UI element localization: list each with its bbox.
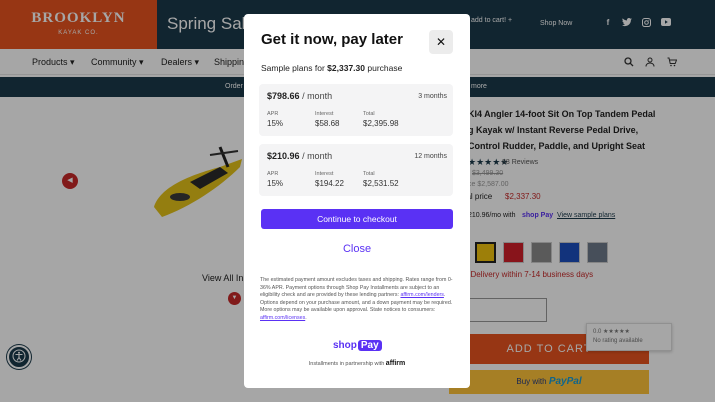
lenders-link[interactable]: affirm.com/lenders <box>400 292 443 298</box>
shop-pay-logo-badge: Pay <box>357 340 382 351</box>
affirm-partnership: Installments in partnership with affirm <box>244 360 470 367</box>
continue-to-checkout-button[interactable]: Continue to checkout <box>261 209 453 229</box>
plan-interest-value: $58.68 <box>315 119 340 128</box>
plan-apr-label: APR <box>267 111 279 117</box>
disclaimer-text: The estimated payment amount excludes ta… <box>260 277 456 323</box>
sample-suffix: purchase <box>367 63 403 73</box>
affirm-logo: affirm <box>385 360 406 367</box>
plan-apr-value: 15% <box>267 119 284 128</box>
plan-price-period: / month <box>302 91 333 101</box>
disclaimer-part: . <box>305 314 307 321</box>
plan-interest: Interest $58.68 <box>315 111 339 128</box>
plan-apr-value: 15% <box>267 179 284 188</box>
modal-title: Get it now, pay later <box>261 31 403 48</box>
shop-pay-installments-modal: Get it now, pay later ✕ Sample plans for… <box>244 14 470 388</box>
sample-plans-text: Sample plans for $2,337.30 purchase <box>261 63 402 73</box>
close-link[interactable]: Close <box>244 243 470 255</box>
plan-card-12-months: $210.96 / month 12 months APR 15% Intere… <box>259 144 453 196</box>
plan-monthly-price: $798.66 / month <box>267 91 332 101</box>
plan-apr: APR 15% <box>267 171 283 188</box>
plan-total-value: $2,531.52 <box>363 179 399 188</box>
sample-amount: $2,337.30 <box>327 63 365 73</box>
plan-term: 12 months <box>414 153 447 160</box>
plan-card-3-months: $798.66 / month 3 months APR 15% Interes… <box>259 84 453 136</box>
plan-total-value: $2,395.98 <box>363 119 399 128</box>
plan-price-period: / month <box>302 151 333 161</box>
plan-interest-label: Interest <box>315 111 334 117</box>
plan-interest-value: $194.22 <box>315 179 344 188</box>
plan-interest-label: Interest <box>315 171 334 177</box>
plan-apr-label: APR <box>267 171 279 177</box>
shop-pay-logo-text: shop <box>333 340 357 351</box>
plan-apr: APR 15% <box>267 111 283 128</box>
close-icon[interactable]: ✕ <box>429 30 453 54</box>
plan-term: 3 months <box>418 93 447 100</box>
plan-interest: Interest $194.22 <box>315 171 344 188</box>
plan-total: Total $2,395.98 <box>363 111 399 128</box>
affirm-prefix: Installments in partnership with <box>308 361 385 367</box>
plan-total: Total $2,531.52 <box>363 171 399 188</box>
shop-pay-logo: shop Pay <box>333 340 382 351</box>
plan-monthly-price: $210.96 / month <box>267 151 332 161</box>
plan-total-label: Total <box>363 171 375 177</box>
plan-total-label: Total <box>363 111 375 117</box>
plan-price-value: $210.96 <box>267 151 300 161</box>
plan-price-value: $798.66 <box>267 91 300 101</box>
licenses-link[interactable]: affirm.com/licenses <box>260 315 305 321</box>
sample-prefix: Sample plans for <box>261 63 325 73</box>
